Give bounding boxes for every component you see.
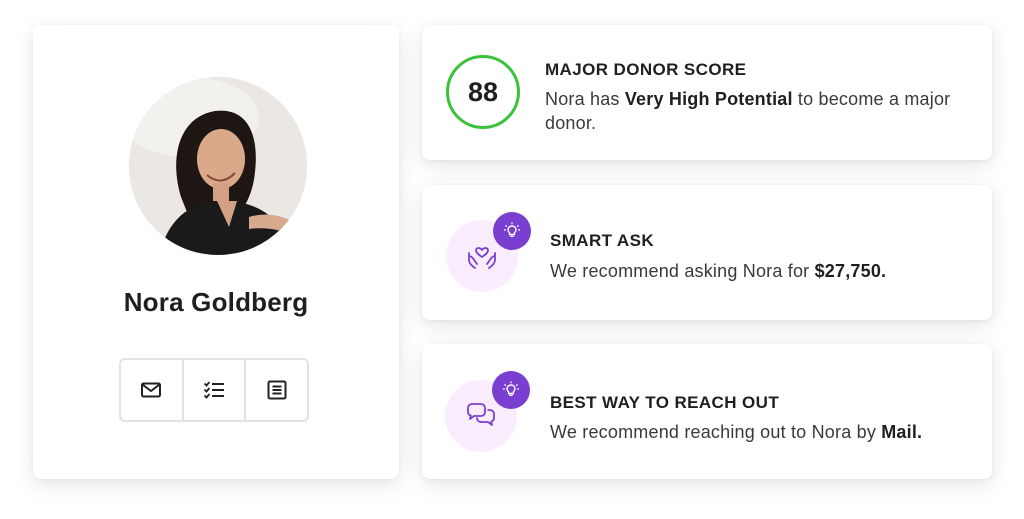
profile-card: Nora Goldberg	[33, 25, 399, 479]
donor-score-value: 88	[467, 76, 499, 107]
donor-score-potential: Very High Potential	[624, 89, 793, 109]
lightbulb-icon	[503, 381, 519, 397]
reach-out-lightbulb-badge	[492, 371, 530, 409]
action-button-group	[119, 358, 309, 422]
smart-ask-text: We recommend asking Nora for $27,750.	[550, 259, 970, 283]
avatar	[129, 77, 307, 255]
mail-icon	[141, 382, 162, 398]
profile-name: Nora Goldberg	[123, 287, 309, 317]
avatar-photo	[129, 77, 307, 255]
donor-score-ring: 88	[446, 55, 520, 129]
smart-ask-amount: $27,750.	[814, 261, 887, 281]
tasks-button[interactable]	[184, 360, 247, 420]
donor-score-text: Nora has Very High Potential to become a…	[545, 87, 965, 135]
hands-heart-icon	[468, 247, 496, 269]
reach-out-channel: Mail.	[881, 422, 923, 442]
smart-ask-text-prefix: We recommend asking Nora for	[550, 261, 815, 281]
notes-button[interactable]	[246, 360, 307, 420]
mail-button[interactable]	[121, 360, 184, 420]
major-donor-score-card: 88 MAJOR DONOR SCORE Nora has Very High …	[422, 25, 992, 160]
lightbulb-icon	[504, 222, 520, 238]
smart-ask-title: SMART ASK	[550, 231, 655, 250]
reach-out-card: BEST WAY TO REACH OUT We recommend reach…	[422, 344, 992, 479]
notes-icon	[267, 380, 287, 400]
checklist-icon	[203, 381, 224, 399]
donor-score-title: MAJOR DONOR SCORE	[545, 60, 747, 79]
smart-ask-lightbulb-badge	[493, 212, 531, 250]
reach-out-text: We recommend reaching out to Nora by Mai…	[550, 420, 980, 444]
reach-out-title: BEST WAY TO REACH OUT	[550, 393, 780, 412]
smart-ask-card: SMART ASK We recommend asking Nora for $…	[422, 185, 992, 320]
chat-bubbles-icon	[467, 403, 495, 426]
reach-out-text-prefix: We recommend reaching out to Nora by	[550, 422, 882, 442]
donor-score-text-prefix: Nora has	[545, 89, 625, 109]
